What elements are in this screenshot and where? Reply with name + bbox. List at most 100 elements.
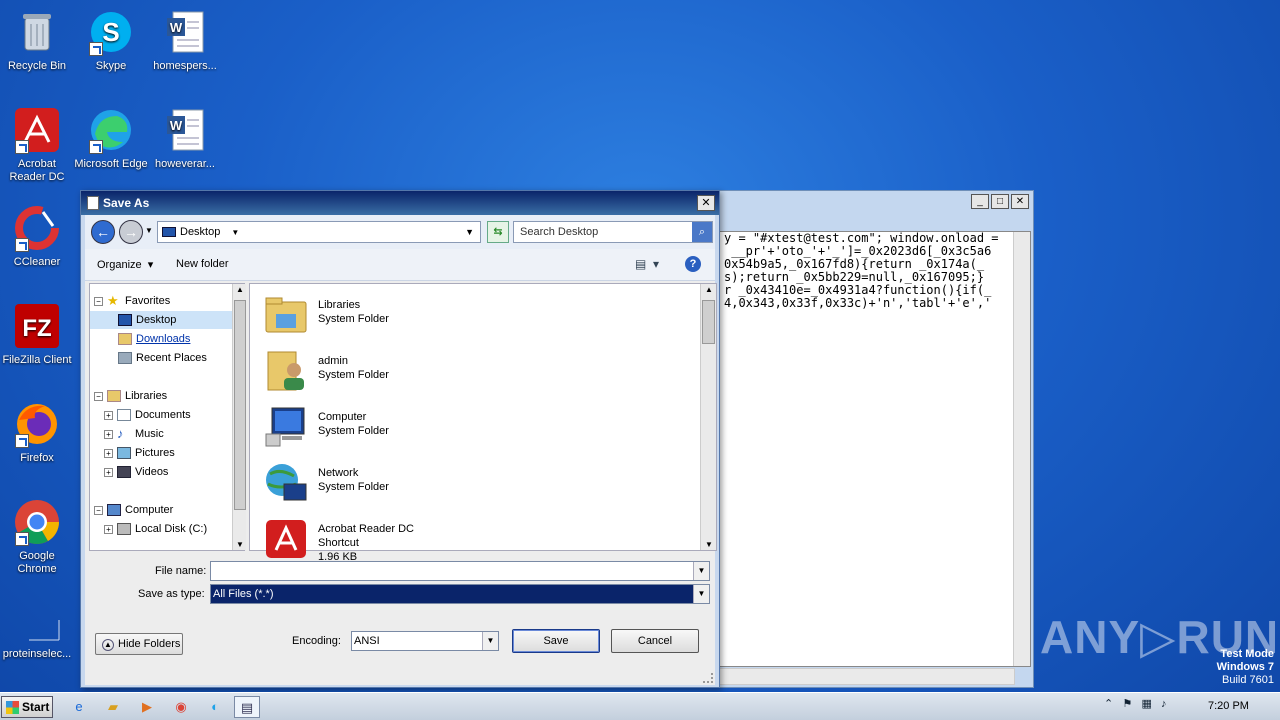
tree-pictures[interactable]: + Pictures xyxy=(104,444,175,462)
word-doc-icon: W xyxy=(161,8,209,56)
command-toolbar: Organize ▾ New folder ▤ ▾ ? xyxy=(85,249,715,281)
file-type: System Folder xyxy=(318,313,389,325)
hide-folders-button[interactable]: ▲ Hide Folders xyxy=(95,633,183,655)
desktop-icon-howeverar[interactable]: W howeverar... xyxy=(148,106,222,171)
notepad-window[interactable]: _ □ ✕ y = "#xtest@test.com"; window.onlo… xyxy=(714,190,1034,688)
close-button[interactable]: ✕ xyxy=(1011,194,1029,209)
search-input[interactable]: Search Desktop ⌕ xyxy=(513,221,713,243)
history-dropdown-icon[interactable]: ▼ xyxy=(145,226,153,235)
volume-tray-icon[interactable]: ♪ xyxy=(1161,698,1167,710)
desktop-icon-filezilla[interactable]: FZ FileZilla Client xyxy=(0,302,74,367)
tree-computer[interactable]: − Computer xyxy=(94,501,173,519)
edge-taskbar-icon[interactable]: ◐ xyxy=(202,696,228,718)
list-item-computer[interactable]: Computer System Folder xyxy=(264,402,564,454)
network-tray-icon[interactable]: ▦ xyxy=(1141,698,1151,710)
desktop-icon-homespers[interactable]: W homespers... xyxy=(148,8,222,73)
address-dropdown-icon[interactable]: ▼ xyxy=(465,222,474,242)
search-icon[interactable]: ⌕ xyxy=(692,222,712,242)
save-button[interactable]: Save xyxy=(512,629,600,653)
encoding-select[interactable]: ANSI ▼ xyxy=(351,631,499,651)
chevron-down-icon[interactable]: ▼ xyxy=(693,585,709,603)
organize-menu[interactable]: Organize ▾ xyxy=(97,258,153,271)
list-item-acrobat-shortcut[interactable]: Acrobat Reader DC Shortcut 1.96 KB xyxy=(264,514,564,566)
tree-libraries[interactable]: − Libraries xyxy=(94,387,167,405)
scrollbar-thumb[interactable] xyxy=(702,300,715,344)
horizontal-scrollbar[interactable] xyxy=(719,668,1015,685)
notepad-text-area[interactable]: y = "#xtest@test.com"; window.onload = _… xyxy=(719,231,1031,667)
help-icon[interactable]: ? xyxy=(685,256,701,272)
list-item-admin[interactable]: admin System Folder xyxy=(264,346,564,398)
tree-desktop[interactable]: Desktop xyxy=(90,311,232,329)
svg-text:W: W xyxy=(170,118,183,133)
dialog-title-bar[interactable]: Save As ✕ xyxy=(81,191,719,215)
list-item-network[interactable]: Network System Folder xyxy=(264,458,564,510)
desktop-icon-chrome[interactable]: Google Chrome xyxy=(0,498,74,576)
pictures-icon xyxy=(117,447,131,460)
libraries-folder-icon xyxy=(264,292,308,336)
navigation-tree: − ★ Favorites Desktop Downloads Recent Pla… xyxy=(89,283,246,551)
encoding-value: ANSI xyxy=(354,635,380,647)
tree-downloads[interactable]: Downloads xyxy=(118,330,190,348)
address-bar[interactable]: Desktop ▼ ▼ xyxy=(157,221,481,243)
shortcut-arrow-icon xyxy=(15,140,29,154)
desktop-icon-recycle-bin[interactable]: Recycle Bin xyxy=(0,8,74,73)
tree-music[interactable]: + ♪ Music xyxy=(104,425,164,443)
new-folder-button[interactable]: New folder xyxy=(176,258,229,270)
desktop-icon-proteinselec[interactable]: proteinselec... xyxy=(0,596,74,661)
file-list: Libraries System Folder admin System Fol… xyxy=(249,283,717,563)
ccleaner-icon xyxy=(13,204,61,252)
file-name-input[interactable]: ▼ xyxy=(210,561,710,581)
desktop-icon-skype[interactable]: S Skype xyxy=(74,8,148,73)
file-list-scrollbar[interactable]: ▲ ▼ xyxy=(700,284,716,550)
file-name: Acrobat Reader DC xyxy=(318,523,414,535)
libraries-icon xyxy=(107,390,121,403)
desktop-icon-acrobat[interactable]: Acrobat Reader DC xyxy=(0,106,74,184)
file-type: Shortcut xyxy=(318,537,359,549)
save-as-type-select[interactable]: All Files (*.*) ▼ xyxy=(210,584,710,604)
resize-grip[interactable] xyxy=(703,673,713,683)
blank-file-icon xyxy=(13,596,61,644)
chrome-taskbar-icon[interactable]: ◉ xyxy=(168,696,194,718)
desktop-icon-label: howeverar... xyxy=(155,158,215,170)
start-button[interactable]: Start xyxy=(1,696,53,718)
flag-tray-icon[interactable]: ⚑ xyxy=(1122,698,1132,710)
os-text: Windows 7 xyxy=(1216,661,1274,673)
cancel-button[interactable]: Cancel xyxy=(611,629,699,653)
scrollbar-thumb[interactable] xyxy=(234,300,246,510)
desktop-icon-firefox[interactable]: Firefox xyxy=(0,400,74,465)
tree-favorites[interactable]: − ★ Favorites xyxy=(94,292,170,310)
notepad-taskbar-icon[interactable]: ▤ xyxy=(234,696,260,718)
refresh-button[interactable]: ⇆ xyxy=(487,221,509,243)
tree-documents[interactable]: + Documents xyxy=(104,406,191,424)
shortcut-arrow-icon xyxy=(89,140,103,154)
desktop-icon-ccleaner[interactable]: CCleaner xyxy=(0,204,74,269)
tree-scrollbar[interactable]: ▲ ▼ xyxy=(232,284,246,550)
build-text: Build 7601 xyxy=(1222,674,1274,686)
chevron-down-icon[interactable]: ▼ xyxy=(482,632,498,650)
taskbar: Start e ▰ ▶ ◉ ◐ ▤ ⌃ ⚑ ▦ ♪ 7:20 PM xyxy=(0,692,1280,720)
ie-taskbar-icon[interactable]: e xyxy=(66,696,92,718)
maximize-button[interactable]: □ xyxy=(991,194,1009,209)
desktop-icon-edge[interactable]: Microsoft Edge xyxy=(74,106,148,171)
vertical-scrollbar[interactable] xyxy=(1013,232,1030,666)
tree-local-disk[interactable]: + Local Disk (C:) xyxy=(104,520,207,538)
system-tray: ⌃ ⚑ ▦ ♪ xyxy=(1104,697,1167,710)
back-button[interactable]: ← xyxy=(91,220,115,244)
edge-icon xyxy=(87,106,135,154)
minimize-button[interactable]: _ xyxy=(971,194,989,209)
list-item-libraries[interactable]: Libraries System Folder xyxy=(264,290,564,342)
tray-expand-icon[interactable]: ⌃ xyxy=(1104,698,1113,710)
forward-button[interactable]: → xyxy=(119,220,143,244)
chevron-down-icon[interactable]: ▼ xyxy=(693,562,709,580)
view-options-icon[interactable]: ▤ ▾ xyxy=(635,257,659,271)
recent-places-icon xyxy=(118,352,132,365)
close-button[interactable]: ✕ xyxy=(697,195,715,211)
word-doc-icon: W xyxy=(161,106,209,154)
media-player-taskbar-icon[interactable]: ▶ xyxy=(134,696,160,718)
tree-videos[interactable]: + Videos xyxy=(104,463,168,481)
test-mode-text: Test Mode xyxy=(1220,648,1274,660)
explorer-taskbar-icon[interactable]: ▰ xyxy=(100,696,126,718)
breadcrumb-arrow-icon[interactable]: ▼ xyxy=(231,228,239,237)
clock[interactable]: 7:20 PM xyxy=(1208,700,1249,712)
tree-recent-places[interactable]: Recent Places xyxy=(118,349,207,367)
